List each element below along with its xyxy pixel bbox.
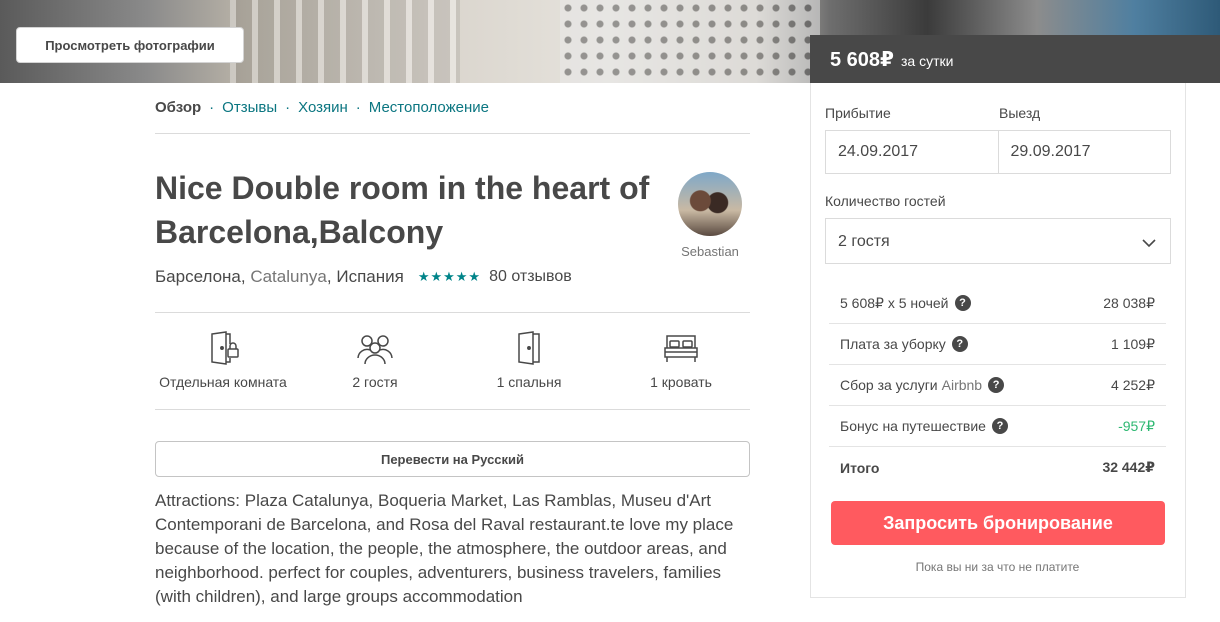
amenity-label: 1 кровать	[650, 374, 712, 390]
hero-railing	[230, 0, 460, 83]
nav-overview[interactable]: Обзор	[155, 99, 201, 116]
nav-host[interactable]: Хозяин	[298, 99, 348, 116]
amenity-bedrooms: 1 спальня	[491, 330, 567, 390]
door-icon	[491, 330, 567, 366]
date-range-picker: 24.09.2017 29.09.2017	[825, 130, 1171, 174]
total-amount: 32 442₽	[1102, 459, 1155, 475]
fee-amount: 4 252₽	[1111, 376, 1155, 393]
fee-row-cleaning: Плата за уборку? 1 109₽	[829, 324, 1166, 365]
guests-icon	[345, 330, 405, 366]
fee-row-nights: 5 608₽ x 5 ночей? 28 038₽	[829, 283, 1166, 324]
fee-row-service: Сбор за услуги Airbnb? 4 252₽	[829, 365, 1166, 406]
nav-reviews[interactable]: Отзывы	[222, 99, 277, 116]
amenity-room-type: Отдельная комната	[155, 330, 291, 390]
section-nav: Обзор · Отзывы · Хозяин · Местоположение	[155, 99, 489, 116]
guests-label: Количество гостей	[825, 193, 946, 209]
checkout-date-input[interactable]: 29.09.2017	[997, 131, 1171, 173]
checkin-date-input[interactable]: 24.09.2017	[826, 131, 998, 173]
help-icon[interactable]: ?	[988, 377, 1005, 393]
nightly-price: 5 608₽	[830, 49, 894, 71]
chevron-down-icon	[1142, 235, 1156, 253]
no-charge-note: Пока вы ни за что не платите	[915, 560, 1080, 574]
divider	[155, 312, 750, 313]
amenity-guests: 2 гостя	[345, 330, 405, 390]
nav-separator: ·	[209, 99, 215, 116]
fee-amount-discount: -957₽	[1118, 417, 1155, 434]
view-photos-button[interactable]: Просмотреть фотографии	[16, 27, 244, 63]
divider	[155, 409, 750, 410]
fee-amount: 1 109₽	[1111, 335, 1155, 352]
nav-location[interactable]: Местоположение	[369, 99, 489, 116]
hero-bedding-pattern	[560, 0, 820, 83]
host-avatar[interactable]	[678, 172, 742, 236]
bed-icon	[645, 330, 717, 366]
host-name[interactable]: Sebastian	[668, 244, 752, 259]
translate-button[interactable]: Перевести на Русский	[155, 441, 750, 477]
help-icon[interactable]: ?	[991, 418, 1008, 434]
fee-row-travel-credit: Бонус на путешествие? -957₽	[829, 406, 1166, 447]
amenity-label: 1 спальня	[496, 374, 562, 390]
price-header: 5 608₽ за сутки	[810, 35, 1220, 83]
fee-amount: 28 038₽	[1103, 294, 1155, 311]
listing-title: Nice Double room in the heart of Barcelo…	[155, 170, 650, 250]
fee-label: Бонус на путешествие	[840, 418, 986, 434]
help-icon[interactable]: ?	[951, 336, 968, 352]
listing-location: Барселона, Catalunya, Испания ★★★★★ 80 о…	[155, 267, 572, 287]
amenities-row: Отдельная комната 2 гостя 1 спальня 1 кр…	[155, 330, 750, 396]
fee-label: 5 608₽ x 5 ночей	[840, 294, 949, 311]
divider	[155, 133, 750, 134]
amenity-label: 2 гостя	[352, 374, 398, 390]
amenity-label: Отдельная комната	[159, 374, 287, 390]
guests-select[interactable]: 2 гостя	[825, 218, 1171, 264]
checkin-label: Прибытие	[825, 105, 891, 121]
checkout-label: Выезд	[999, 105, 1041, 121]
listing-description: Attractions: Plaza Catalunya, Boqueria M…	[155, 491, 734, 606]
reviews-count-link[interactable]: 80 отзывов	[489, 268, 572, 286]
fee-label-brand: Airbnb	[941, 377, 983, 393]
rating-stars-icon: ★★★★★	[417, 269, 482, 284]
nav-separator: ·	[285, 99, 291, 116]
request-booking-button[interactable]: Запросить бронирование	[831, 501, 1165, 545]
location-country[interactable]: Испания	[336, 267, 403, 287]
location-city[interactable]: Барселона	[155, 267, 241, 287]
guests-select-value: 2 гостя	[838, 233, 890, 250]
door-lock-icon	[155, 330, 291, 366]
help-icon[interactable]: ?	[954, 295, 971, 311]
price-unit: за сутки	[900, 53, 954, 69]
amenity-beds: 1 кровать	[645, 330, 717, 390]
fee-label: Сбор за услуги	[840, 377, 938, 393]
location-region: Catalunya	[250, 267, 327, 286]
fee-row-total: Итого 32 442₽	[829, 447, 1166, 488]
fee-label: Плата за уборку	[840, 336, 946, 352]
total-label: Итого	[840, 459, 880, 476]
nav-separator: ·	[355, 99, 361, 116]
